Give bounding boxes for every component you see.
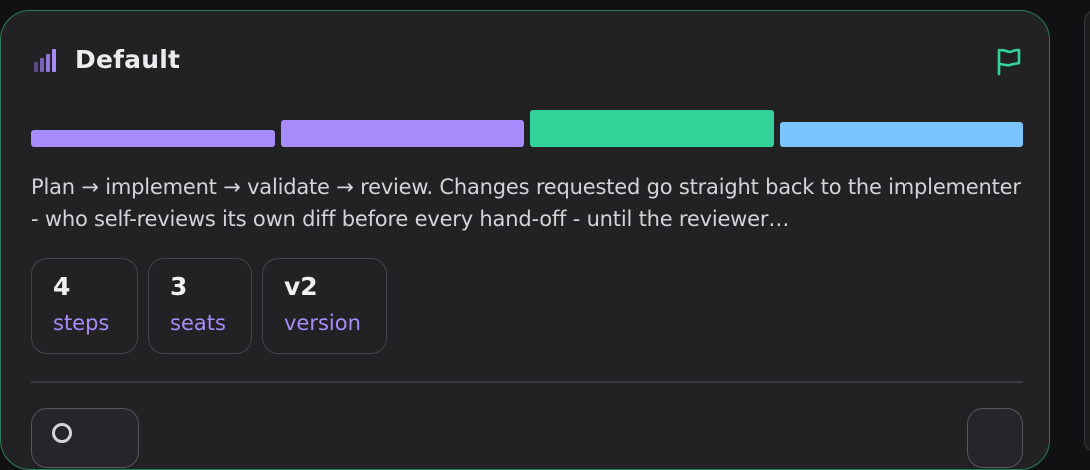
- signal-bars-icon: [34, 48, 56, 72]
- stat-label: version: [284, 311, 361, 335]
- pipeline-step-review[interactable]: [780, 122, 1023, 147]
- pipeline-steps: [31, 110, 1023, 150]
- stat-value: v2: [284, 272, 318, 301]
- pipeline-step-validate[interactable]: [530, 110, 774, 147]
- stat-steps: 4 steps: [31, 258, 138, 354]
- card-description: Plan → implement → validate → review. Ch…: [31, 175, 1021, 231]
- pipeline-card[interactable]: Default Plan → implement → validate → re…: [0, 10, 1050, 470]
- pipeline-step-plan[interactable]: [31, 130, 275, 147]
- card-header: Default: [31, 45, 180, 74]
- pipeline-step-implement[interactable]: [281, 120, 524, 147]
- stat-seats: 3 seats: [148, 258, 252, 354]
- stat-version: v2 version: [262, 258, 387, 354]
- action-icon: [52, 423, 72, 443]
- divider: [31, 381, 1023, 383]
- card-title: Default: [75, 45, 181, 74]
- next-card-edge: [1084, 10, 1090, 452]
- flag-icon[interactable]: [994, 47, 1024, 77]
- stat-label: seats: [170, 311, 226, 335]
- stat-label: steps: [53, 311, 110, 335]
- stats-row: 4 steps 3 seats v2 version: [31, 258, 387, 354]
- card-action-button[interactable]: [31, 408, 139, 468]
- stat-value: 4: [53, 272, 71, 301]
- stat-value: 3: [170, 272, 188, 301]
- card-menu-button[interactable]: [967, 408, 1023, 468]
